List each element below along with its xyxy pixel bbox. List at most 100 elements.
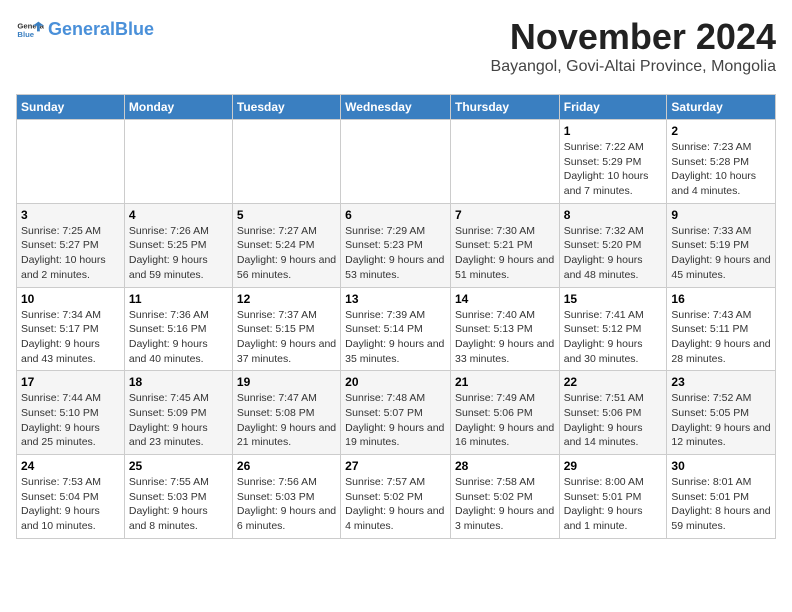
day-number: 23 bbox=[671, 375, 771, 389]
calendar-cell bbox=[17, 120, 125, 204]
day-number: 17 bbox=[21, 375, 120, 389]
day-number: 25 bbox=[129, 459, 228, 473]
calendar-cell: 16 Sunrise: 7:43 AM Sunset: 5:11 PM Dayli… bbox=[667, 287, 776, 371]
calendar-cell bbox=[232, 120, 340, 204]
logo-general: General bbox=[48, 19, 115, 39]
calendar-cell: 26 Sunrise: 7:56 AM Sunset: 5:03 PM Dayli… bbox=[232, 455, 340, 539]
day-info: Sunrise: 7:36 AM Sunset: 5:16 PM Dayligh… bbox=[129, 308, 228, 367]
day-number: 26 bbox=[237, 459, 336, 473]
day-number: 9 bbox=[671, 208, 771, 222]
weekday-header-wednesday: Wednesday bbox=[341, 95, 451, 120]
calendar-cell: 29 Sunrise: 8:00 AM Sunset: 5:01 PM Dayli… bbox=[559, 455, 667, 539]
calendar-cell: 15 Sunrise: 7:41 AM Sunset: 5:12 PM Dayli… bbox=[559, 287, 667, 371]
day-number: 10 bbox=[21, 292, 120, 306]
day-info: Sunrise: 7:57 AM Sunset: 5:02 PM Dayligh… bbox=[345, 475, 446, 534]
day-info: Sunrise: 7:49 AM Sunset: 5:06 PM Dayligh… bbox=[455, 391, 555, 450]
day-info: Sunrise: 7:51 AM Sunset: 5:06 PM Dayligh… bbox=[564, 391, 663, 450]
day-info: Sunrise: 7:40 AM Sunset: 5:13 PM Dayligh… bbox=[455, 308, 555, 367]
weekday-header-tuesday: Tuesday bbox=[232, 95, 340, 120]
logo: General Blue GeneralBlue bbox=[16, 16, 154, 44]
day-info: Sunrise: 7:34 AM Sunset: 5:17 PM Dayligh… bbox=[21, 308, 120, 367]
day-number: 12 bbox=[237, 292, 336, 306]
day-number: 5 bbox=[237, 208, 336, 222]
day-info: Sunrise: 7:29 AM Sunset: 5:23 PM Dayligh… bbox=[345, 224, 446, 283]
day-number: 11 bbox=[129, 292, 228, 306]
weekday-header-thursday: Thursday bbox=[450, 95, 559, 120]
calendar-cell: 13 Sunrise: 7:39 AM Sunset: 5:14 PM Dayli… bbox=[341, 287, 451, 371]
calendar-cell: 25 Sunrise: 7:55 AM Sunset: 5:03 PM Dayli… bbox=[124, 455, 232, 539]
day-info: Sunrise: 7:52 AM Sunset: 5:05 PM Dayligh… bbox=[671, 391, 771, 450]
day-number: 14 bbox=[455, 292, 555, 306]
weekday-header-friday: Friday bbox=[559, 95, 667, 120]
day-info: Sunrise: 7:43 AM Sunset: 5:11 PM Dayligh… bbox=[671, 308, 771, 367]
day-number: 27 bbox=[345, 459, 446, 473]
calendar-cell: 24Sunrise: 7:53 AM Sunset: 5:04 PM Dayli… bbox=[17, 455, 125, 539]
day-number: 7 bbox=[455, 208, 555, 222]
calendar-cell: 4Sunrise: 7:26 AM Sunset: 5:25 PM Daylig… bbox=[124, 203, 232, 287]
month-title: November 2024 bbox=[491, 16, 776, 58]
day-info: Sunrise: 7:55 AM Sunset: 5:03 PM Dayligh… bbox=[129, 475, 228, 534]
day-number: 16 bbox=[671, 292, 771, 306]
day-number: 30 bbox=[671, 459, 771, 473]
weekday-header-saturday: Saturday bbox=[667, 95, 776, 120]
day-number: 8 bbox=[564, 208, 663, 222]
day-number: 21 bbox=[455, 375, 555, 389]
calendar-cell: 2 Sunrise: 7:23 AM Sunset: 5:28 PM Daylig… bbox=[667, 120, 776, 204]
day-number: 6 bbox=[345, 208, 446, 222]
day-number: 29 bbox=[564, 459, 663, 473]
calendar-cell: 17 Sunrise: 7:44 AM Sunset: 5:10 PM Dayli… bbox=[17, 371, 125, 455]
day-info: Sunrise: 7:33 AM Sunset: 5:19 PM Dayligh… bbox=[671, 224, 771, 283]
calendar-cell: 7 Sunrise: 7:30 AM Sunset: 5:21 PM Daylig… bbox=[450, 203, 559, 287]
calendar-cell bbox=[450, 120, 559, 204]
day-info: Sunrise: 7:23 AM Sunset: 5:28 PM Dayligh… bbox=[671, 140, 771, 199]
calendar-cell bbox=[124, 120, 232, 204]
calendar-cell: 18 Sunrise: 7:45 AM Sunset: 5:09 PM Dayli… bbox=[124, 371, 232, 455]
day-number: 2 bbox=[671, 124, 771, 138]
calendar-cell: 27 Sunrise: 7:57 AM Sunset: 5:02 PM Dayli… bbox=[341, 455, 451, 539]
location-title: Bayangol, Govi-Altai Province, Mongolia bbox=[491, 58, 776, 76]
calendar-cell: 23 Sunrise: 7:52 AM Sunset: 5:05 PM Dayli… bbox=[667, 371, 776, 455]
calendar-cell: 12 Sunrise: 7:37 AM Sunset: 5:15 PM Dayli… bbox=[232, 287, 340, 371]
day-info: Sunrise: 7:56 AM Sunset: 5:03 PM Dayligh… bbox=[237, 475, 336, 534]
svg-text:Blue: Blue bbox=[17, 30, 34, 39]
day-number: 28 bbox=[455, 459, 555, 473]
calendar-cell: 11 Sunrise: 7:36 AM Sunset: 5:16 PM Dayli… bbox=[124, 287, 232, 371]
day-info: Sunrise: 7:44 AM Sunset: 5:10 PM Dayligh… bbox=[21, 391, 120, 450]
calendar-cell: 6 Sunrise: 7:29 AM Sunset: 5:23 PM Daylig… bbox=[341, 203, 451, 287]
day-info: Sunrise: 7:30 AM Sunset: 5:21 PM Dayligh… bbox=[455, 224, 555, 283]
day-info: Sunrise: 8:00 AM Sunset: 5:01 PM Dayligh… bbox=[564, 475, 663, 534]
calendar-cell: 22Sunrise: 7:51 AM Sunset: 5:06 PM Dayli… bbox=[559, 371, 667, 455]
day-info: Sunrise: 7:32 AM Sunset: 5:20 PM Dayligh… bbox=[564, 224, 663, 283]
weekday-header-sunday: Sunday bbox=[17, 95, 125, 120]
calendar-cell: 28Sunrise: 7:58 AM Sunset: 5:02 PM Dayli… bbox=[450, 455, 559, 539]
day-number: 19 bbox=[237, 375, 336, 389]
calendar-table: SundayMondayTuesdayWednesdayThursdayFrid… bbox=[16, 94, 776, 539]
day-info: Sunrise: 7:41 AM Sunset: 5:12 PM Dayligh… bbox=[564, 308, 663, 367]
calendar-cell: 30Sunrise: 8:01 AM Sunset: 5:01 PM Dayli… bbox=[667, 455, 776, 539]
day-info: Sunrise: 7:47 AM Sunset: 5:08 PM Dayligh… bbox=[237, 391, 336, 450]
calendar-cell: 9 Sunrise: 7:33 AM Sunset: 5:19 PM Daylig… bbox=[667, 203, 776, 287]
day-info: Sunrise: 7:39 AM Sunset: 5:14 PM Dayligh… bbox=[345, 308, 446, 367]
calendar-cell: 19 Sunrise: 7:47 AM Sunset: 5:08 PM Dayli… bbox=[232, 371, 340, 455]
day-info: Sunrise: 7:48 AM Sunset: 5:07 PM Dayligh… bbox=[345, 391, 446, 450]
logo-blue: Blue bbox=[115, 19, 154, 39]
day-number: 4 bbox=[129, 208, 228, 222]
day-number: 15 bbox=[564, 292, 663, 306]
calendar-cell: 14 Sunrise: 7:40 AM Sunset: 5:13 PM Dayli… bbox=[450, 287, 559, 371]
calendar-cell: 20Sunrise: 7:48 AM Sunset: 5:07 PM Dayli… bbox=[341, 371, 451, 455]
day-info: Sunrise: 7:45 AM Sunset: 5:09 PM Dayligh… bbox=[129, 391, 228, 450]
calendar-cell: 5 Sunrise: 7:27 AM Sunset: 5:24 PM Daylig… bbox=[232, 203, 340, 287]
day-info: Sunrise: 7:37 AM Sunset: 5:15 PM Dayligh… bbox=[237, 308, 336, 367]
weekday-header-monday: Monday bbox=[124, 95, 232, 120]
day-number: 18 bbox=[129, 375, 228, 389]
day-info: Sunrise: 7:27 AM Sunset: 5:24 PM Dayligh… bbox=[237, 224, 336, 283]
calendar-cell: 3Sunrise: 7:25 AM Sunset: 5:27 PM Daylig… bbox=[17, 203, 125, 287]
calendar-cell: 21 Sunrise: 7:49 AM Sunset: 5:06 PM Dayli… bbox=[450, 371, 559, 455]
calendar-cell: 8 Sunrise: 7:32 AM Sunset: 5:20 PM Daylig… bbox=[559, 203, 667, 287]
title-area: November 2024 Bayangol, Govi-Altai Provi… bbox=[491, 16, 776, 84]
calendar-cell: 1Sunrise: 7:22 AM Sunset: 5:29 PM Daylig… bbox=[559, 120, 667, 204]
calendar-cell bbox=[341, 120, 451, 204]
day-info: Sunrise: 7:25 AM Sunset: 5:27 PM Dayligh… bbox=[21, 224, 120, 283]
day-number: 24 bbox=[21, 459, 120, 473]
day-number: 13 bbox=[345, 292, 446, 306]
